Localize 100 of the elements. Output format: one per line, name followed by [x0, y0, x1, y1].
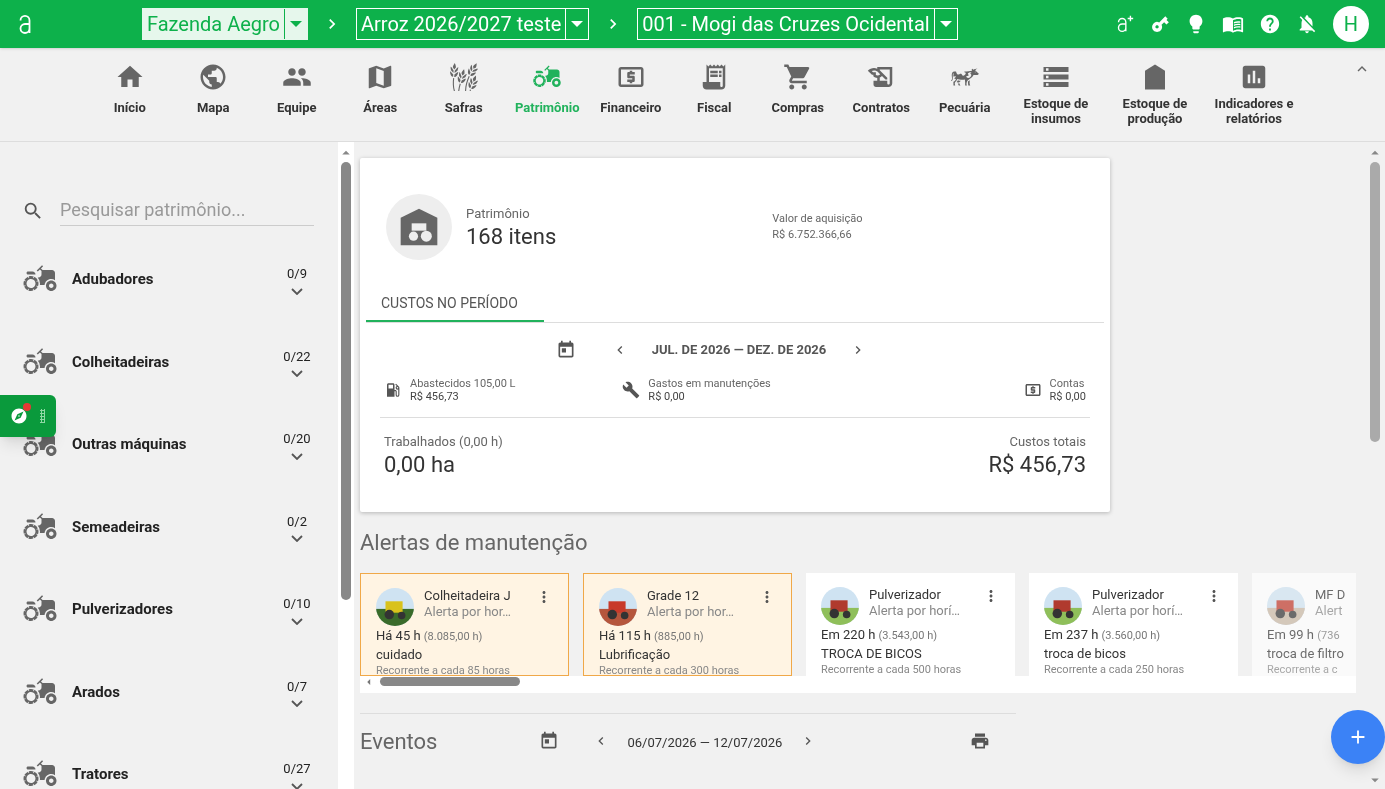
expand-icon	[291, 535, 303, 542]
category-item[interactable]: Outras máquinas 0/20	[22, 403, 314, 486]
alert-due: Há 115 h	[599, 627, 651, 643]
help-icon[interactable]	[1259, 13, 1281, 35]
nav-tab[interactable]: Indicadores e relatórios	[1204, 48, 1304, 138]
alert-recurrence: Recorrente a c	[1267, 662, 1339, 676]
nav-tab[interactable]: Pecuária	[923, 48, 1007, 138]
alert-card[interactable]: Pulverizador Alerta por horí… Em 237 h (3.560,00 h) troca de bicos Recorrente a cada 250 horas	[1029, 572, 1238, 676]
total-costs-value: R$ 456,73	[988, 451, 1086, 478]
cost-label: Abastecidos 105,00 L	[410, 377, 516, 390]
cost-label: Gastos em manutenções	[648, 377, 771, 390]
alert-card[interactable]: Pulverizador Alerta por horí… Em 220 h (3.543,00 h) TROCA DE BICOS Recorrente a cada 500 horas	[806, 572, 1015, 676]
alert-subtitle: Alerta por horí…	[869, 602, 962, 619]
nav-tab[interactable]: Mapa	[171, 48, 255, 138]
alert-hours: (8.085,00 h)	[423, 629, 483, 643]
search-icon	[22, 200, 44, 222]
caret-icon	[571, 21, 584, 27]
nav-tab[interactable]: Estoque de insumos	[1006, 48, 1106, 138]
search-field[interactable]: Pesquisar patrimônio...	[60, 196, 314, 226]
nav-tab[interactable]: Contratos	[839, 48, 923, 138]
print-icon[interactable]	[970, 731, 990, 751]
cost-value: R$ 0,00	[1049, 390, 1086, 403]
nav-tab[interactable]: Safras	[422, 48, 506, 138]
alert-task: cuidado	[376, 645, 424, 664]
nav-tab[interactable]: Financeiro	[589, 48, 673, 138]
nav-tab[interactable]: Fiscal	[672, 48, 756, 138]
nav-tab[interactable]: Equipe	[255, 48, 339, 138]
count-label: 0/7	[287, 677, 307, 696]
nav-tab[interactable]: Áreas	[338, 48, 422, 138]
alert-due: Em 237 h	[1044, 626, 1099, 642]
worked-label: Trabalhados (0,00 h)	[384, 433, 503, 451]
alert-subtitle: Alert	[1315, 602, 1344, 619]
category-item[interactable]: Colheitadeiras 0/22	[22, 320, 314, 403]
alert-hours: (736	[1317, 628, 1340, 642]
alert-task: TROCA DE BICOS	[821, 644, 923, 663]
category-item[interactable]: Arados 0/7	[22, 650, 314, 733]
alert-recurrence: Recorrente a cada 250 horas	[1044, 662, 1186, 676]
alert-due: Em 99 h	[1267, 626, 1314, 642]
alert-title: MF D	[1315, 586, 1347, 603]
count-label: 0/27	[283, 760, 311, 778]
calendar-icon[interactable]	[539, 731, 560, 751]
alert-hours: (885,00 h)	[654, 629, 704, 643]
compass-icon	[10, 407, 28, 425]
alert-subtitle: Alerta por hor…	[647, 603, 736, 620]
floating-widget[interactable]	[0, 395, 56, 437]
fuel-pump-icon	[384, 381, 402, 399]
breadcrumb-label: Arroz 2026/2027 teste	[360, 11, 563, 38]
expand-icon	[291, 452, 303, 460]
worked-value: 0,00 ha	[384, 451, 456, 478]
alert-due: Há 45 h	[376, 627, 421, 643]
alert-subtitle: Alerta por hor…	[424, 603, 513, 620]
category-item[interactable]: Pulverizadores 0/10	[22, 568, 314, 651]
drag-handle-icon[interactable]	[40, 409, 45, 423]
cost-label: Contas	[1049, 377, 1086, 390]
alert-title: Colheitadeira J	[424, 587, 512, 604]
alert-task: troca de filtro	[1267, 644, 1345, 663]
expand-icon	[291, 700, 303, 707]
expand-icon	[291, 617, 303, 625]
expand-icon	[291, 782, 303, 789]
category-item[interactable]: Adubadores 0/9	[22, 238, 314, 321]
alert-title: Grade 12	[647, 587, 701, 604]
alert-title: Pulverizador	[869, 586, 942, 603]
nav-tab[interactable]: Início	[88, 48, 172, 138]
caret-icon	[939, 21, 952, 27]
count-label: 0/20	[283, 430, 311, 448]
alert-card[interactable]: Colheitadeira J Alerta por hor… Há 45 h (8.085,00 h) cuidado Recorrente a cada 85 horas	[360, 572, 569, 676]
section-title: Alertas de manutenção	[360, 528, 589, 557]
category-item[interactable]: Semeadeiras 0/2	[22, 485, 314, 568]
count-label: 0/9	[287, 265, 307, 283]
count-label: 0/10	[283, 595, 311, 613]
alert-task: Lubrificação	[599, 645, 672, 664]
total-costs-label: Custos totais	[1009, 433, 1086, 451]
total-items: 168 itens	[466, 223, 557, 250]
nav-tab[interactable]: Compras	[756, 48, 840, 138]
alert-card[interactable]: Grade 12 Alerta por hor… Há 115 h (885,00 h) Lubrificação Recorrente a cada 300 horas	[583, 572, 792, 676]
alert-card[interactable]: MF D Alert Em 99 h (736 troca de filtro Recorrente a c	[1252, 572, 1356, 676]
expand-icon	[291, 370, 303, 377]
period-label: JUL. DE 2026 — DEZ. DE 2026	[651, 341, 827, 360]
alert-recurrence: Recorrente a cada 500 horas	[821, 662, 963, 676]
alert-hours: (3.560,00 h)	[1101, 628, 1161, 642]
nav-tab[interactable]: Estoque de produção	[1105, 48, 1205, 138]
acquisition-value: R$ 6.752.366,66	[772, 227, 853, 243]
scrollbar[interactable]	[338, 142, 354, 789]
add-button[interactable]	[1331, 710, 1385, 764]
alert-title: Pulverizador	[1092, 586, 1165, 603]
acquisition-label: Valor de aquisição	[772, 210, 863, 227]
period-tab[interactable]: CUSTOS NO PERÍODO	[366, 286, 544, 322]
breadcrumb-label: 001 - Mogi das Cruzes Ocidental	[641, 11, 931, 38]
wrench-icon	[622, 381, 641, 399]
caret-icon	[290, 21, 302, 27]
alert-recurrence: Recorrente a cada 85 horas	[376, 663, 512, 676]
expand-icon	[291, 287, 303, 295]
wheat-icon	[448, 62, 479, 92]
cost-value: R$ 456,73	[410, 390, 460, 403]
alert-recurrence: Recorrente a cada 300 horas	[599, 663, 741, 676]
section-title: Eventos	[360, 727, 438, 756]
scrollbar-thumb[interactable]	[1370, 162, 1380, 442]
category-item[interactable]: Tratores 0/27	[22, 733, 314, 789]
alert-task: troca de bicos	[1044, 644, 1127, 663]
events-period: 06/07/2026 — 12/07/2026	[627, 734, 783, 753]
